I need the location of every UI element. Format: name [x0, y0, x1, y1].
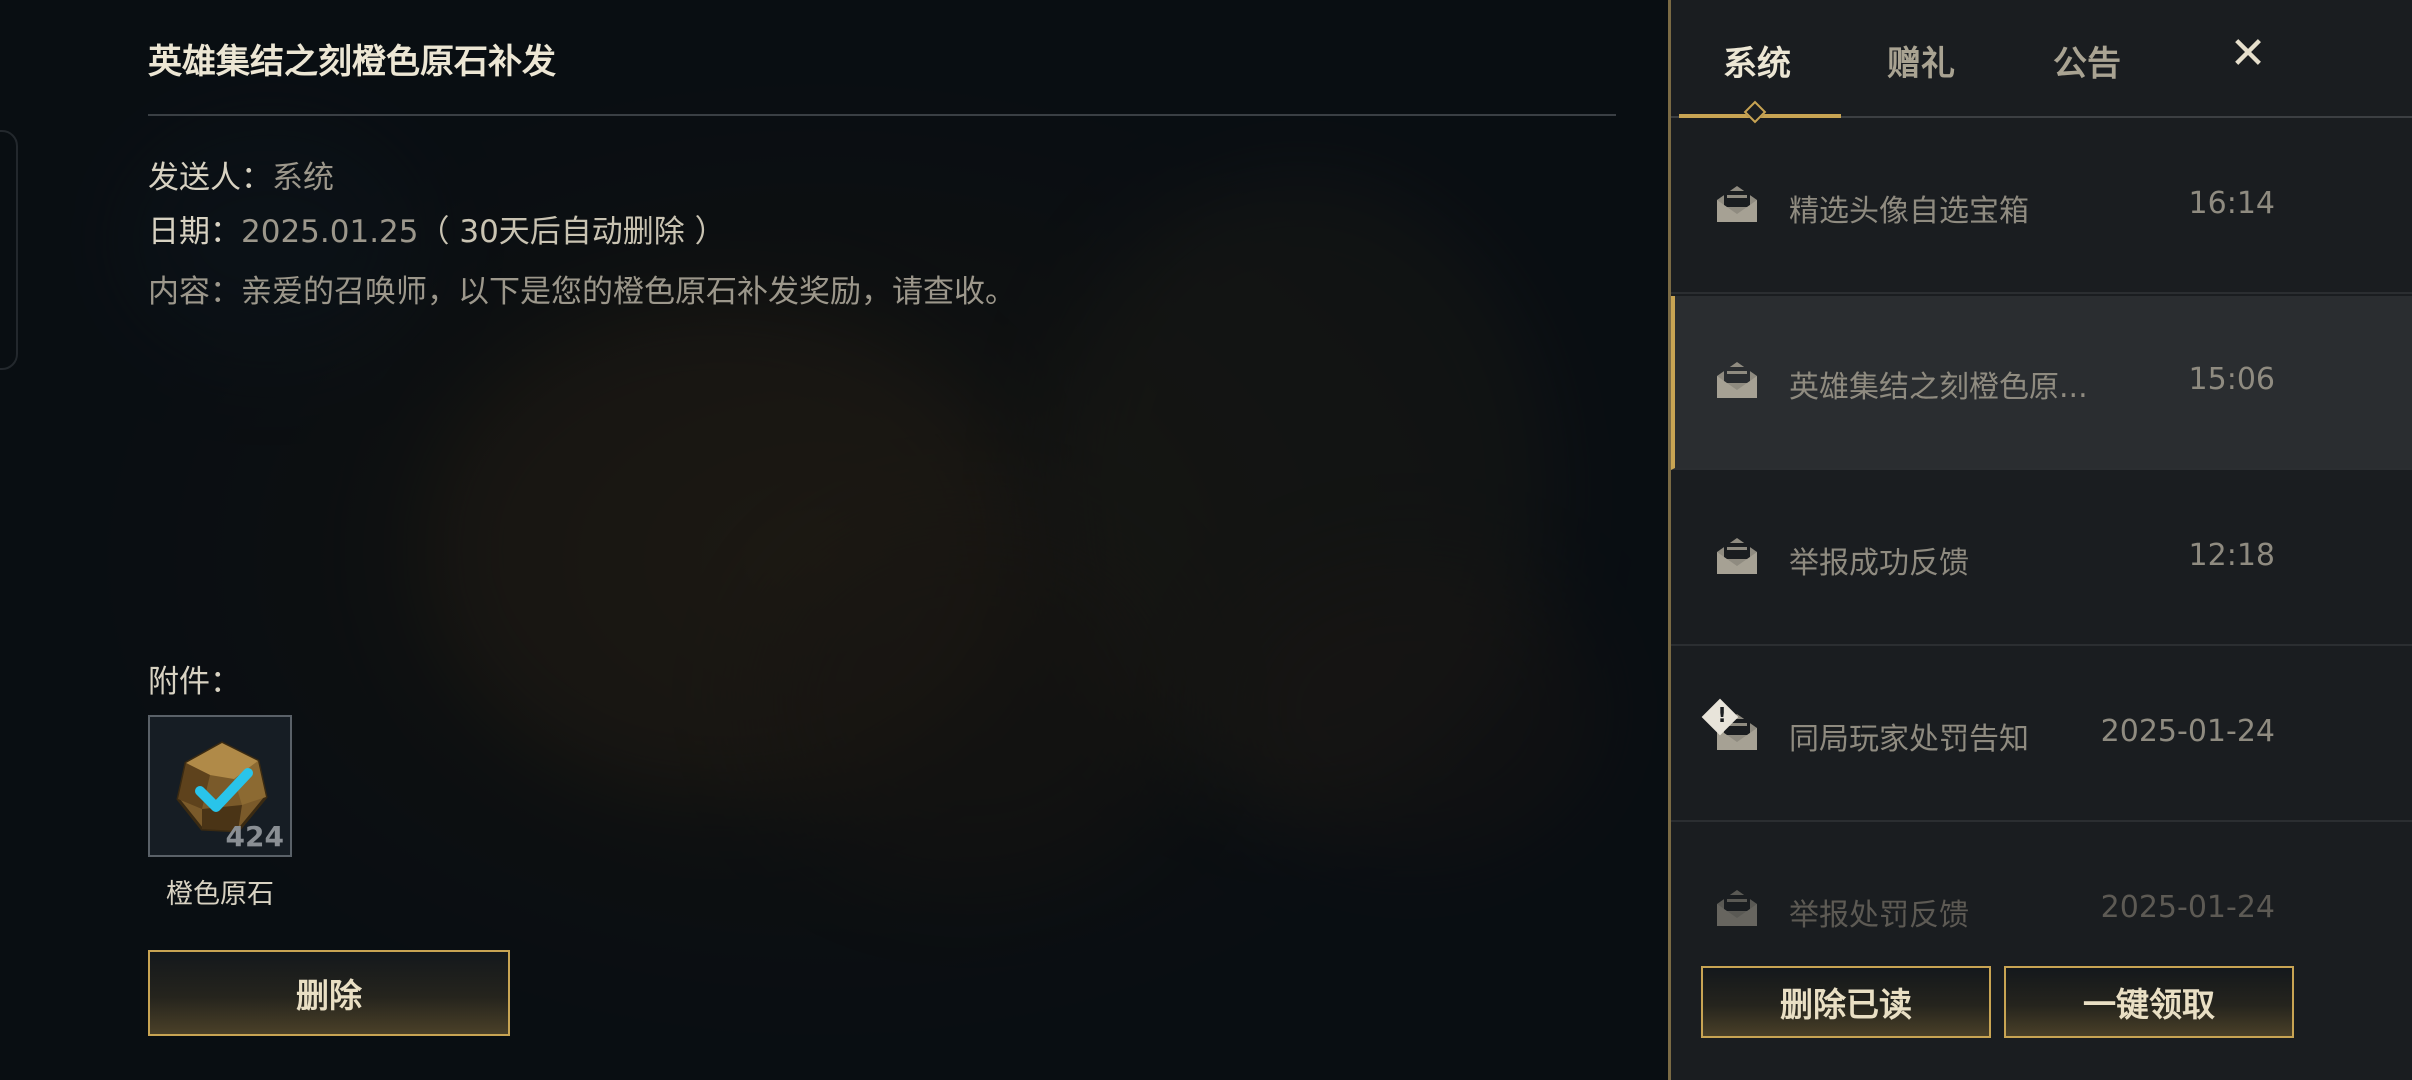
attachment-count: 424	[225, 820, 284, 853]
title-divider	[148, 114, 1616, 116]
content-value: 亲爱的召唤师，以下是您的橙色原石补发奖励，请查收。	[241, 274, 1016, 310]
date-value: 2025.01.25	[241, 214, 419, 250]
claim-all-button[interactable]: 一键领取	[2004, 966, 2294, 1038]
content-label: 内容：	[148, 274, 241, 310]
mail-subject: 举报处罚反馈	[1789, 898, 1969, 933]
side-edge-tab	[0, 130, 18, 370]
date-expiry-note: （ 30天后自动删除 ）	[418, 214, 726, 250]
mail-opened-icon	[1717, 186, 1757, 222]
mail-opened-icon	[1717, 538, 1757, 574]
delete-button[interactable]: 删除	[148, 950, 510, 1036]
close-icon[interactable]: ✕	[2226, 32, 2270, 76]
tab-gifts[interactable]: 赠礼	[1887, 36, 1955, 85]
sender-label: 发送人：	[148, 160, 272, 196]
mail-tabs: 系统 赠礼 公告 ✕	[1671, 0, 2412, 124]
mail-time: 15:06	[2188, 362, 2275, 397]
mail-opened-icon	[1717, 362, 1757, 398]
date-line: 日期：2025.01.25（ 30天后自动删除 ）	[148, 206, 726, 251]
mail-opened-icon	[1717, 890, 1757, 926]
sender-value: 系统	[272, 160, 334, 196]
mail-item[interactable]: 精选头像自选宝箱 16:14	[1671, 120, 2412, 294]
mail-time: 2025-01-24	[2100, 890, 2275, 925]
mail-item-selected[interactable]: 英雄集结之刻橙色原... 15:06	[1671, 296, 2412, 470]
attachment-name: 橙色原石	[166, 879, 274, 910]
attachment-item[interactable]: 424	[148, 715, 292, 857]
mail-title: 英雄集结之刻橙色原石补发	[148, 42, 556, 82]
mail-item[interactable]: 举报成功反馈 12:18	[1671, 472, 2412, 646]
attachment-label: 附件：	[148, 664, 241, 700]
mail-item[interactable]: 举报处罚反馈 2025-01-24	[1671, 824, 2412, 940]
mail-time: 12:18	[2188, 538, 2275, 573]
mail-time: 16:14	[2188, 186, 2275, 221]
mail-detail: 英雄集结之刻橙色原石补发 发送人：系统 日期：2025.01.25（ 30天后自…	[148, 0, 1616, 1080]
mail-list-panel: 系统 赠礼 公告 ✕ 精选头像自选宝箱 16:14 英雄集结之刻橙色原... 1…	[1668, 0, 2412, 1080]
mail-list: 精选头像自选宝箱 16:14 英雄集结之刻橙色原... 15:06 举报成功反馈…	[1671, 120, 2412, 940]
mail-item[interactable]: ! 同局玩家处罚告知 2025-01-24	[1671, 648, 2412, 822]
delete-read-button[interactable]: 删除已读	[1701, 966, 1991, 1038]
tab-announcements[interactable]: 公告	[2053, 36, 2121, 85]
content-line: 内容：亲爱的召唤师，以下是您的橙色原石补发奖励，请查收。	[148, 266, 1016, 311]
tab-system[interactable]: 系统	[1723, 36, 1791, 85]
date-label: 日期：	[148, 214, 241, 250]
mail-subject: 同局玩家处罚告知	[1789, 722, 2029, 757]
sender-line: 发送人：系统	[148, 152, 334, 197]
mail-time: 2025-01-24	[2100, 714, 2275, 749]
mail-subject: 英雄集结之刻橙色原...	[1789, 370, 2088, 405]
mail-subject: 精选头像自选宝箱	[1789, 194, 2029, 229]
mail-subject: 举报成功反馈	[1789, 546, 1969, 581]
